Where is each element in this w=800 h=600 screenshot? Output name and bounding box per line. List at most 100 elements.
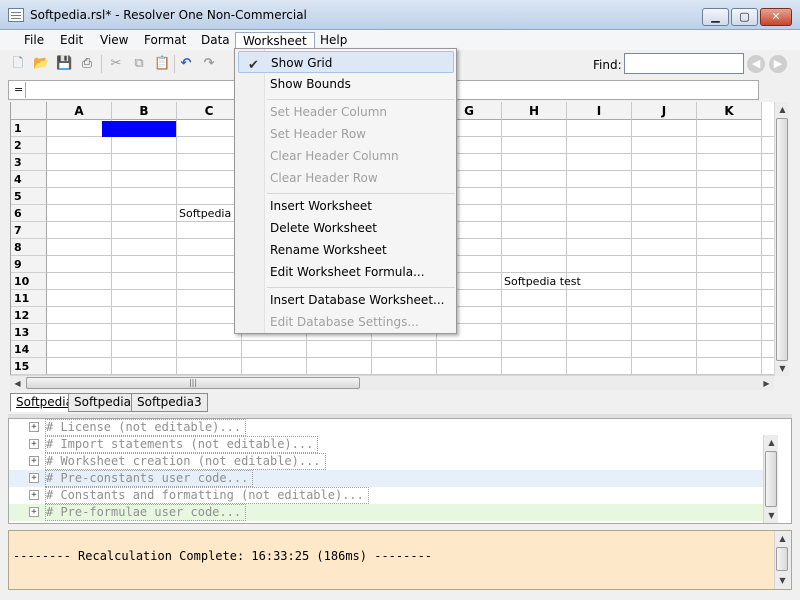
worksheet-menu-dropdown: ✔ Show Grid Show Bounds Set Header Colum… bbox=[234, 48, 457, 334]
row-header[interactable]: 12 bbox=[11, 307, 47, 324]
row-header[interactable]: 14 bbox=[11, 341, 47, 358]
scroll-thumb[interactable]: ||| bbox=[26, 377, 360, 389]
new-file-icon[interactable]: 🗋 bbox=[10, 56, 26, 72]
row-header[interactable]: 5 bbox=[11, 188, 47, 205]
expand-icon[interactable]: + bbox=[29, 507, 39, 517]
menu-gutter bbox=[235, 49, 265, 333]
menu-item-set-header-column[interactable]: Set Header Column bbox=[265, 101, 455, 123]
row-header[interactable]: 2 bbox=[11, 137, 47, 154]
row-header[interactable]: 10 bbox=[11, 273, 47, 290]
scroll-thumb[interactable] bbox=[776, 118, 788, 361]
menu-bar: File Edit View Format Data Worksheet Hel… bbox=[0, 30, 800, 50]
code-line[interactable]: + # Pre-formulae user code... bbox=[9, 504, 763, 521]
menu-worksheet[interactable]: Worksheet bbox=[235, 32, 315, 49]
row-header[interactable]: 1 bbox=[11, 120, 47, 137]
menu-item-edit-worksheet-formula[interactable]: Edit Worksheet Formula... bbox=[265, 261, 455, 283]
print-icon[interactable]: ⎙ bbox=[79, 56, 95, 72]
scroll-right-icon[interactable]: ▶ bbox=[759, 376, 774, 391]
grid-corner[interactable] bbox=[11, 102, 47, 120]
menu-view[interactable]: View bbox=[93, 32, 135, 49]
menu-data[interactable]: Data bbox=[194, 32, 237, 49]
menu-item-clear-header-row[interactable]: Clear Header Row bbox=[265, 167, 455, 189]
scroll-up-icon[interactable]: ▲ bbox=[775, 102, 790, 117]
scroll-up-icon[interactable]: ▲ bbox=[764, 435, 779, 450]
save-icon[interactable]: 💾 bbox=[56, 56, 72, 72]
expand-icon[interactable]: + bbox=[29, 473, 39, 483]
copy-icon[interactable]: ⧉ bbox=[131, 56, 147, 72]
code-line-text: # Pre-formulae user code... bbox=[45, 504, 247, 521]
scroll-left-icon[interactable]: ◀ bbox=[10, 376, 25, 391]
column-header-c[interactable]: C bbox=[177, 102, 242, 120]
expand-icon[interactable]: + bbox=[29, 422, 39, 432]
menu-item-rename-worksheet[interactable]: Rename Worksheet bbox=[265, 239, 455, 261]
row-header[interactable]: 6 bbox=[11, 205, 47, 222]
selected-cell-b1[interactable] bbox=[102, 121, 176, 137]
close-button[interactable]: ✕ bbox=[760, 8, 792, 26]
menu-edit[interactable]: Edit bbox=[53, 32, 90, 49]
expand-icon[interactable]: + bbox=[29, 456, 39, 466]
code-line-text: # Worksheet creation (not editable)... bbox=[45, 453, 326, 470]
cell-h10[interactable]: Softpedia test bbox=[502, 273, 632, 290]
paste-icon[interactable]: 📋 bbox=[154, 56, 170, 72]
row-header[interactable]: 13 bbox=[11, 324, 47, 341]
scroll-up-icon[interactable]: ▲ bbox=[775, 531, 790, 546]
menu-format[interactable]: Format bbox=[137, 32, 193, 49]
output-vertical-scrollbar[interactable]: ▲ ▼ bbox=[774, 531, 791, 589]
column-header-a[interactable]: A bbox=[47, 102, 112, 120]
minimize-button[interactable]: ▁ bbox=[702, 8, 729, 26]
open-folder-icon[interactable]: 📂 bbox=[33, 56, 49, 72]
output-console[interactable]: -------- Recalculation Complete: 16:33:2… bbox=[8, 530, 792, 590]
scroll-down-icon[interactable]: ▼ bbox=[775, 573, 790, 588]
menu-item-edit-database-settings[interactable]: Edit Database Settings... bbox=[265, 311, 455, 333]
menu-item-delete-worksheet[interactable]: Delete Worksheet bbox=[265, 217, 455, 239]
menu-help[interactable]: Help bbox=[313, 32, 354, 49]
minimize-icon: ▁ bbox=[711, 10, 720, 23]
menu-item-clear-header-column[interactable]: Clear Header Column bbox=[265, 145, 455, 167]
code-line[interactable]: + # Import statements (not editable)... bbox=[9, 436, 763, 453]
grid-horizontal-scrollbar[interactable]: ◀ ||| ▶ bbox=[10, 375, 774, 390]
code-line[interactable]: + # Constants and formatting (not editab… bbox=[9, 487, 763, 504]
scroll-thumb[interactable] bbox=[765, 451, 777, 507]
row-header[interactable]: 9 bbox=[11, 256, 47, 273]
row-header[interactable]: 3 bbox=[11, 154, 47, 171]
undo-icon[interactable]: ↶ bbox=[178, 56, 194, 72]
close-icon: ✕ bbox=[771, 10, 781, 23]
row-header[interactable]: 8 bbox=[11, 239, 47, 256]
cell-c6[interactable]: Softpedia bbox=[177, 205, 242, 222]
cut-icon[interactable]: ✂ bbox=[108, 56, 124, 72]
row-header[interactable]: 4 bbox=[11, 171, 47, 188]
find-input[interactable] bbox=[624, 53, 744, 74]
column-header-b[interactable]: B bbox=[112, 102, 177, 120]
redo-icon[interactable]: ↷ bbox=[201, 56, 217, 72]
menu-item-insert-worksheet[interactable]: Insert Worksheet bbox=[265, 195, 455, 217]
expand-icon[interactable]: + bbox=[29, 490, 39, 500]
scroll-down-icon[interactable]: ▼ bbox=[775, 361, 790, 376]
scroll-thumb[interactable] bbox=[776, 547, 788, 571]
column-header-j[interactable]: J bbox=[632, 102, 697, 120]
column-header-h[interactable]: H bbox=[502, 102, 567, 120]
find-next-button[interactable]: ▶ bbox=[769, 55, 787, 73]
code-line-text: # Import statements (not editable)... bbox=[45, 436, 319, 453]
row-header[interactable]: 15 bbox=[11, 358, 47, 375]
code-vertical-scrollbar[interactable]: ▲ ▼ bbox=[763, 435, 778, 523]
grid-vertical-scrollbar[interactable]: ▲ ▼ bbox=[774, 102, 789, 376]
menu-item-show-bounds[interactable]: Show Bounds bbox=[265, 73, 455, 95]
code-editor[interactable]: + # License (not editable)... + # Import… bbox=[8, 418, 792, 524]
expand-icon[interactable]: + bbox=[29, 439, 39, 449]
toolbar-separator bbox=[101, 55, 102, 73]
menu-item-insert-database-worksheet[interactable]: Insert Database Worksheet... bbox=[265, 289, 455, 311]
menu-item-set-header-row[interactable]: Set Header Row bbox=[265, 123, 455, 145]
find-previous-button[interactable]: ◀ bbox=[747, 55, 765, 73]
column-header-k[interactable]: K bbox=[697, 102, 762, 120]
code-line[interactable]: + # Worksheet creation (not editable)... bbox=[9, 453, 763, 470]
row-header[interactable]: 11 bbox=[11, 290, 47, 307]
menu-item-show-grid[interactable]: ✔ Show Grid bbox=[238, 51, 454, 73]
menu-file[interactable]: File bbox=[17, 32, 51, 49]
code-line[interactable]: + # License (not editable)... bbox=[9, 419, 763, 436]
code-line[interactable]: + # Pre-constants user code... bbox=[9, 470, 763, 487]
tab-softpedia3[interactable]: Softpedia3 bbox=[131, 393, 208, 412]
maximize-button[interactable]: ▢ bbox=[731, 8, 758, 26]
scroll-down-icon[interactable]: ▼ bbox=[764, 508, 779, 523]
column-header-i[interactable]: I bbox=[567, 102, 632, 120]
row-header[interactable]: 7 bbox=[11, 222, 47, 239]
